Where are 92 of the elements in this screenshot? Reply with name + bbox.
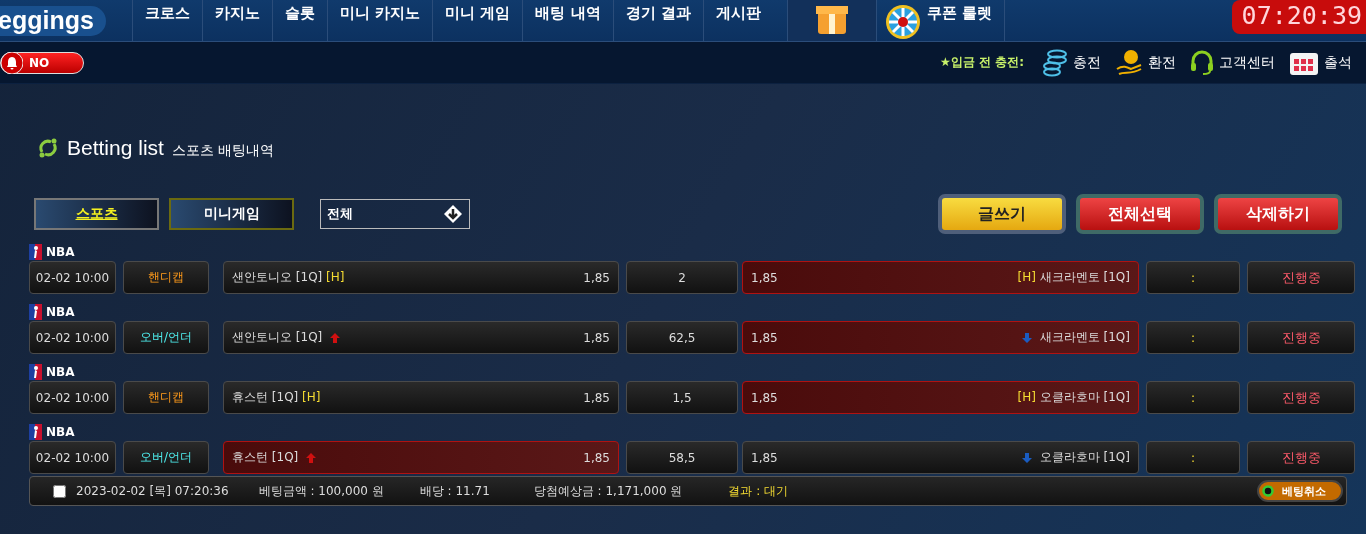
dot-icon xyxy=(1262,485,1274,497)
bet-date: 2023-02-02 [목] 07:20:36 xyxy=(76,482,229,500)
match-status: 진행중 xyxy=(1247,321,1355,354)
match-status: 진행중 xyxy=(1247,261,1355,294)
match-status: 진행중 xyxy=(1247,441,1355,474)
category-select[interactable]: 전체 xyxy=(320,199,470,229)
dropdown-icon xyxy=(443,204,463,224)
clock: 07:20:39 xyxy=(1231,0,1366,34)
action-button[interactable]: 글쓰기 xyxy=(938,194,1066,234)
alarm-label: NO xyxy=(29,55,50,70)
filter-tab[interactable]: 미니게임 xyxy=(169,198,294,230)
bell-icon xyxy=(1,51,23,74)
league-logo-icon xyxy=(29,423,42,440)
match-time: 02-02 10:00 xyxy=(29,441,116,474)
nav-item[interactable]: 미니 카지노 xyxy=(327,0,433,41)
line-value: 62,5 xyxy=(626,321,738,354)
cancel-bet-button[interactable]: 베팅취소 xyxy=(1257,480,1343,502)
team-name: [H] 오클라호마 [1Q] xyxy=(1017,389,1130,406)
team-name: 오클라호마 [1Q] xyxy=(1039,449,1130,466)
away-team-pick[interactable]: 1,85 새크라멘토 [1Q] xyxy=(742,321,1139,354)
coin-hand-icon xyxy=(1115,48,1143,77)
team-name: 샌안토니오 [1Q] xyxy=(232,329,323,346)
coupon-roulette-link[interactable]: 쿠폰 룰렛 xyxy=(876,0,1006,41)
league-name: NBA xyxy=(46,244,75,259)
match-time: 02-02 10:00 xyxy=(29,321,116,354)
odds: 1,85 xyxy=(583,390,610,405)
headset-icon xyxy=(1190,49,1214,76)
nav-item[interactable]: 미니 게임 xyxy=(432,0,523,41)
league-logo-icon xyxy=(29,363,42,380)
filter-tab[interactable]: 스포츠 xyxy=(34,198,159,230)
nav-item[interactable]: 카지노 xyxy=(202,0,272,41)
bet-result: 결과 : 대기 xyxy=(728,482,788,500)
bet-type: 핸디캡 xyxy=(123,381,209,414)
nav-item[interactable]: 경기 결과 xyxy=(612,0,703,41)
header-link[interactable]: 출석 xyxy=(1289,49,1352,76)
nav-item[interactable]: 배팅 내역 xyxy=(522,0,613,41)
odds: 1,85 xyxy=(751,330,778,345)
line-value: 2 xyxy=(626,261,738,294)
bet-amount: 베팅금액 : 100,000 원 xyxy=(258,482,384,500)
line-value: 1,5 xyxy=(626,381,738,414)
away-team-pick[interactable]: 1,85 [H] 새크라멘토 [1Q] xyxy=(742,261,1139,294)
page-title: Betting list xyxy=(67,136,164,160)
home-team-pick[interactable]: 샌안토니오 [1Q] 1,85 xyxy=(223,321,619,354)
league-name: NBA xyxy=(46,364,75,379)
odds: 1,85 xyxy=(583,330,610,345)
alarm-toggle[interactable]: NO xyxy=(0,51,84,74)
home-team-pick[interactable]: 휴스턴 [1Q] 1,85 xyxy=(223,441,619,474)
league-name: NBA xyxy=(46,304,75,319)
score: : xyxy=(1146,261,1240,294)
bet-rate: 배당 : 11.71 xyxy=(419,482,490,500)
league-logo-icon xyxy=(29,243,42,260)
roulette-wheel-icon xyxy=(884,4,921,40)
coins-icon xyxy=(1042,48,1068,77)
team-name: 새크라멘토 [1Q] xyxy=(1039,329,1130,346)
score: : xyxy=(1146,381,1240,414)
bet-type: 오버/언더 xyxy=(123,321,209,354)
odds: 1,85 xyxy=(583,270,610,285)
team-name: 샌안토니오 [1Q] [H] xyxy=(232,269,345,286)
odds: 1,85 xyxy=(751,270,778,285)
bet-type: 오버/언더 xyxy=(123,441,209,474)
away-team-pick[interactable]: 1,85 [H] 오클라호마 [1Q] xyxy=(742,381,1139,414)
league-logo-icon xyxy=(29,303,42,320)
bet-type: 핸디캡 xyxy=(123,261,209,294)
action-button[interactable]: 전체선택 xyxy=(1076,194,1204,234)
away-team-pick[interactable]: 1,85 오클라호마 [1Q] xyxy=(742,441,1139,474)
home-team-pick[interactable]: 샌안토니오 [1Q] [H] 1,85 xyxy=(223,261,619,294)
match-status: 진행중 xyxy=(1247,381,1355,414)
nav-item[interactable]: 게시판 xyxy=(702,0,773,41)
notice-text: ★입금 전 충전: xyxy=(940,54,1024,71)
match-time: 02-02 10:00 xyxy=(29,381,116,414)
refresh-icon xyxy=(37,137,59,159)
odds: 1,85 xyxy=(583,450,610,465)
action-button[interactable]: 삭제하기 xyxy=(1214,194,1342,234)
home-team-pick[interactable]: 휴스턴 [1Q] [H] 1,85 xyxy=(223,381,619,414)
header-link[interactable]: 충전 xyxy=(1042,48,1101,77)
odds: 1,85 xyxy=(751,450,778,465)
nav-item[interactable]: 크로스 xyxy=(132,0,202,41)
team-name: 휴스턴 [1Q] [H] xyxy=(232,389,321,406)
odds: 1,85 xyxy=(751,390,778,405)
score: : xyxy=(1146,321,1240,354)
header-link[interactable]: 환전 xyxy=(1115,48,1176,77)
page-subtitle: 스포츠 배팅내역 xyxy=(171,142,275,160)
league-name: NBA xyxy=(46,424,75,439)
expected-payout: 당첨예상금 : 1,171,000 원 xyxy=(533,482,683,500)
team-name: 휴스턴 [1Q] xyxy=(232,449,299,466)
bet-checkbox[interactable] xyxy=(53,484,66,498)
nav-item[interactable]: 슬롯 xyxy=(272,0,327,41)
line-value: 58,5 xyxy=(626,441,738,474)
header-link[interactable]: 고객센터 xyxy=(1190,49,1275,76)
match-time: 02-02 10:00 xyxy=(29,261,116,294)
score: : xyxy=(1146,441,1240,474)
team-name: [H] 새크라멘토 [1Q] xyxy=(1017,269,1130,286)
